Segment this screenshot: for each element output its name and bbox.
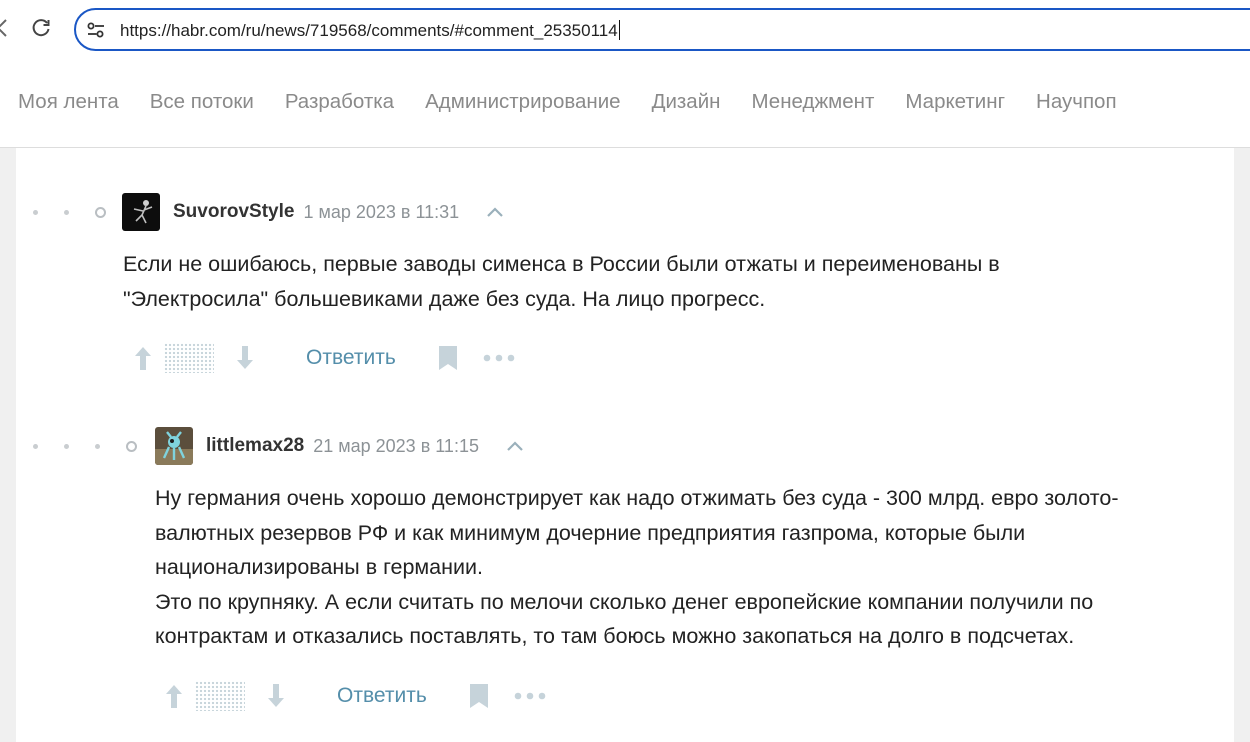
comment-date[interactable]: 1 мар 2023 в 11:31: [303, 202, 459, 223]
vote-up-icon[interactable]: [132, 344, 154, 372]
flow-my-feed[interactable]: Моя лента: [18, 90, 119, 114]
comment-author[interactable]: littlemax28: [206, 435, 304, 457]
comment-author[interactable]: SuvorovStyle: [173, 201, 294, 223]
vote-up-icon[interactable]: [163, 682, 185, 710]
comment-body: Ну германия очень хорошо демонстрирует к…: [155, 486, 1119, 648]
site-settings-icon[interactable]: [86, 20, 106, 40]
flow-all[interactable]: Все потоки: [150, 90, 254, 114]
vote-score: [195, 681, 245, 711]
address-bar[interactable]: https://habr.com/ru/news/719568/comments…: [74, 8, 1250, 51]
comment-actions: Ответить: [163, 681, 546, 711]
flows-nav: Моя лента Все потоки Разработка Админист…: [0, 60, 1250, 148]
comment-actions: Ответить: [132, 343, 515, 373]
back-icon[interactable]: [0, 18, 8, 38]
avatar[interactable]: [122, 193, 160, 231]
bookmark-icon[interactable]: [469, 683, 489, 709]
flow-marketing[interactable]: Маркетинг: [905, 90, 1005, 114]
more-icon[interactable]: [514, 691, 546, 701]
url-text[interactable]: https://habr.com/ru/news/719568/comments…: [120, 20, 620, 41]
comment-date[interactable]: 21 мар 2023 в 11:15: [313, 436, 479, 457]
flow-administration[interactable]: Администрирование: [425, 90, 620, 114]
reply-button[interactable]: Ответить: [306, 346, 396, 370]
comment-body: Если не ошибаюсь, первые заводы сименса …: [123, 252, 1000, 311]
bookmark-icon[interactable]: [438, 345, 458, 371]
flow-development[interactable]: Разработка: [285, 90, 394, 114]
vote-score: [164, 343, 214, 373]
browser-toolbar: https://habr.com/ru/news/719568/comments…: [0, 0, 1250, 60]
reply-button[interactable]: Ответить: [337, 684, 427, 708]
collapse-icon[interactable]: [485, 205, 505, 219]
vote-down-icon[interactable]: [265, 682, 287, 710]
vote-down-icon[interactable]: [234, 344, 256, 372]
comments-section: SuvorovStyle 1 мар 2023 в 11:31 Если не …: [16, 148, 1234, 742]
avatar[interactable]: [155, 427, 193, 465]
thread-indent: [33, 441, 137, 452]
more-icon[interactable]: [483, 353, 515, 363]
flow-management[interactable]: Менеджмент: [752, 90, 875, 114]
thread-indent: [33, 207, 106, 218]
reload-icon[interactable]: [30, 17, 52, 39]
collapse-icon[interactable]: [505, 439, 525, 453]
flow-popsci[interactable]: Научпоп: [1036, 90, 1117, 114]
flow-design[interactable]: Дизайн: [652, 90, 721, 114]
